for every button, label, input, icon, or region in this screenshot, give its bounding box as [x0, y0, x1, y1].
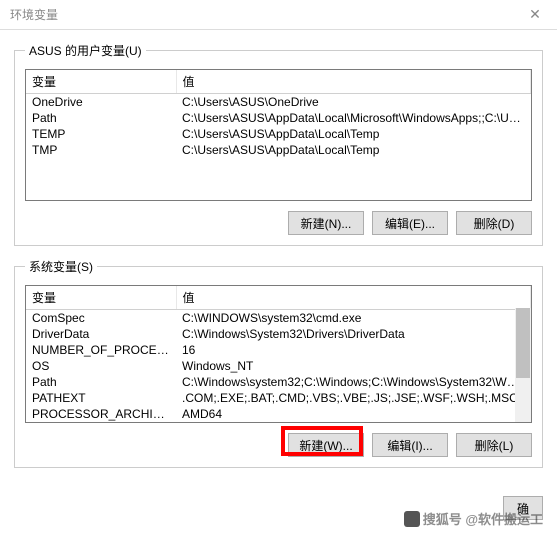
system-vars-group: 系统变量(S) 变量 值 ComSpecC:\WINDOWS\system32\… [14, 258, 543, 468]
var-name-cell: Path [26, 110, 176, 126]
titlebar: 环境变量 ✕ [0, 0, 557, 30]
user-vars-legend: ASUS 的用户变量(U) [25, 42, 146, 59]
window-title: 环境变量 [10, 6, 58, 23]
col-header-value[interactable]: 值 [176, 70, 531, 94]
table-row[interactable]: ComSpecC:\WINDOWS\system32\cmd.exe [26, 310, 531, 327]
var-value-cell: C:\Windows\system32;C:\Windows;C:\Window… [176, 374, 531, 390]
table-row[interactable]: PROCESSOR_ARCHITECTUREAMD64 [26, 406, 531, 422]
table-row[interactable]: OSWindows_NT [26, 358, 531, 374]
table-row[interactable]: PATHEXT.COM;.EXE;.BAT;.CMD;.VBS;.VBE;.JS… [26, 390, 531, 406]
var-value-cell: .COM;.EXE;.BAT;.CMD;.VBS;.VBE;.JS;.JSE;.… [176, 390, 531, 406]
var-value-cell: AMD64 [176, 406, 531, 422]
user-vars-group: ASUS 的用户变量(U) 变量 值 OneDriveC:\Users\ASUS… [14, 42, 543, 246]
var-name-cell: TMP [26, 142, 176, 158]
system-edit-button[interactable]: 编辑(I)... [372, 433, 448, 457]
col-header-variable[interactable]: 变量 [26, 286, 176, 310]
table-row[interactable]: TMPC:\Users\ASUS\AppData\Local\Temp [26, 142, 531, 158]
var-value-cell: C:\Users\ASUS\AppData\Local\Temp [176, 142, 531, 158]
table-row[interactable]: OneDriveC:\Users\ASUS\OneDrive [26, 94, 531, 111]
system-vars-legend: 系统变量(S) [25, 258, 97, 275]
table-row[interactable]: DriverDataC:\Windows\System32\Drivers\Dr… [26, 326, 531, 342]
system-vars-table-wrap: 变量 值 ComSpecC:\WINDOWS\system32\cmd.exeD… [25, 285, 532, 423]
system-delete-button[interactable]: 删除(L) [456, 433, 532, 457]
var-name-cell: DriverData [26, 326, 176, 342]
user-vars-table-wrap: 变量 值 OneDriveC:\Users\ASUS\OneDrivePathC… [25, 69, 532, 201]
var-name-cell: Path [26, 374, 176, 390]
var-name-cell: ComSpec [26, 310, 176, 327]
var-name-cell: PATHEXT [26, 390, 176, 406]
scroll-thumb[interactable] [516, 308, 530, 378]
table-row[interactable]: TEMPC:\Users\ASUS\AppData\Local\Temp [26, 126, 531, 142]
var-name-cell: TEMP [26, 126, 176, 142]
var-name-cell: NUMBER_OF_PROCESSORS [26, 342, 176, 358]
scrollbar[interactable] [515, 308, 531, 422]
system-vars-table[interactable]: 变量 值 ComSpecC:\WINDOWS\system32\cmd.exeD… [26, 286, 531, 422]
var-value-cell: C:\Users\ASUS\AppData\Local\Microsoft\Wi… [176, 110, 531, 126]
var-value-cell: C:\WINDOWS\system32\cmd.exe [176, 310, 531, 327]
var-value-cell: C:\Users\ASUS\OneDrive [176, 94, 531, 111]
var-name-cell: OS [26, 358, 176, 374]
close-icon[interactable]: ✕ [513, 0, 557, 30]
system-new-button[interactable]: 新建(W)... [288, 433, 364, 457]
col-header-value[interactable]: 值 [176, 286, 531, 310]
user-vars-table[interactable]: 变量 值 OneDriveC:\Users\ASUS\OneDrivePathC… [26, 70, 531, 158]
table-row[interactable]: PathC:\Users\ASUS\AppData\Local\Microsof… [26, 110, 531, 126]
var-name-cell: PROCESSOR_ARCHITECTURE [26, 406, 176, 422]
col-header-variable[interactable]: 变量 [26, 70, 176, 94]
ok-button[interactable]: 确 [503, 496, 543, 520]
var-value-cell: 16 [176, 342, 531, 358]
user-delete-button[interactable]: 删除(D) [456, 211, 532, 235]
var-value-cell: Windows_NT [176, 358, 531, 374]
var-name-cell: OneDrive [26, 94, 176, 111]
var-value-cell: C:\Windows\System32\Drivers\DriverData [176, 326, 531, 342]
table-row[interactable]: NUMBER_OF_PROCESSORS16 [26, 342, 531, 358]
user-new-button[interactable]: 新建(N)... [288, 211, 364, 235]
var-value-cell: C:\Users\ASUS\AppData\Local\Temp [176, 126, 531, 142]
table-row[interactable]: PathC:\Windows\system32;C:\Windows;C:\Wi… [26, 374, 531, 390]
user-edit-button[interactable]: 编辑(E)... [372, 211, 448, 235]
